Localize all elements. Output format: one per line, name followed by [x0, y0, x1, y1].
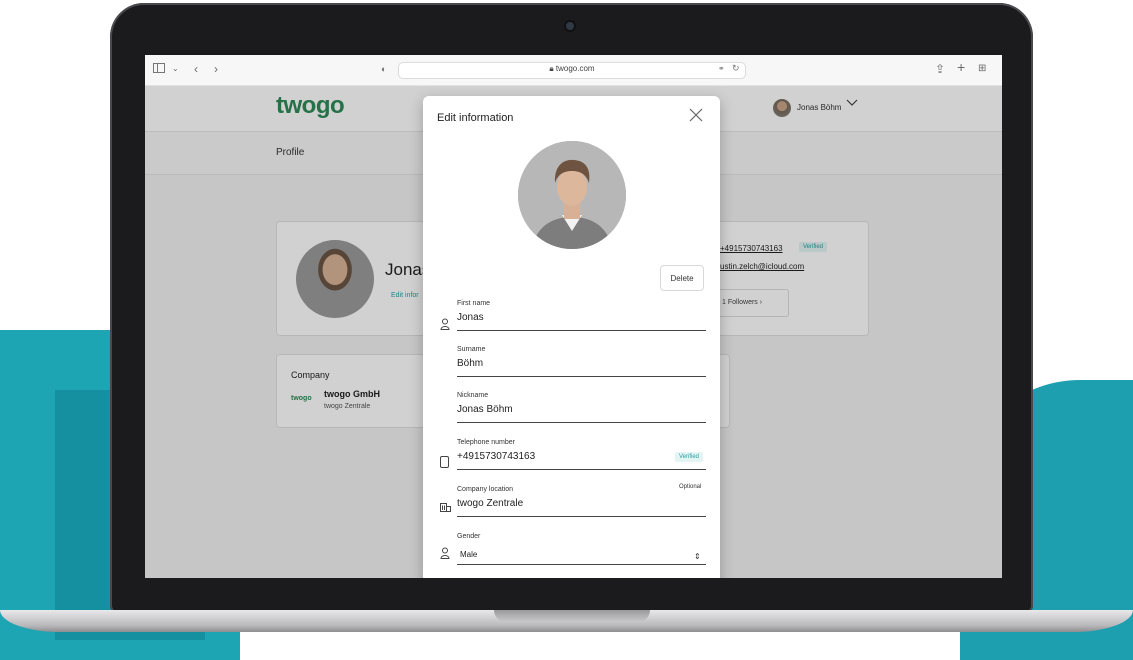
person-icon	[440, 547, 450, 559]
surname-input[interactable]: Böhm	[457, 358, 483, 369]
laptop-notch	[494, 610, 650, 622]
tab-overview-icon[interactable]: ⊞	[978, 62, 986, 76]
nickname-label: Nickname	[457, 392, 489, 399]
screen: ⌄ ‹ › ◐ 🔒︎ twogo.com ⚭ ↻ ⇪ + ⊞ twogo Jon…	[145, 55, 1002, 578]
browser-toolbar: ⌄ ‹ › ◐ 🔒︎ twogo.com ⚭ ↻ ⇪ + ⊞	[145, 55, 1002, 86]
company-location-input[interactable]: twogo Zentrale	[457, 498, 523, 509]
company-location-field[interactable]: Company location twogo Zentrale	[457, 486, 706, 520]
field-underline	[457, 516, 706, 517]
first-name-field[interactable]: First name Jonas	[457, 300, 706, 334]
surname-label: Surname	[457, 346, 486, 353]
new-tab-icon[interactable]: +	[957, 60, 965, 74]
field-underline	[457, 422, 706, 423]
person-icon	[440, 318, 450, 330]
nickname-field[interactable]: Nickname Jonas Böhm	[457, 392, 706, 426]
field-underline	[457, 330, 706, 331]
gender-value[interactable]: Male	[460, 550, 477, 559]
profile-photo[interactable]	[518, 141, 626, 249]
address-bar[interactable]: 🔒︎ twogo.com ⚭ ↻	[398, 62, 746, 79]
field-underline	[457, 376, 706, 377]
field-underline	[457, 469, 706, 470]
select-arrows-icon[interactable]: ⇕	[694, 552, 701, 561]
telephone-field[interactable]: Telephone number +4915730743163	[457, 439, 706, 473]
verified-badge: Verified	[675, 452, 704, 462]
chevron-right-icon[interactable]: ›	[214, 62, 218, 76]
company-location-label: Company location	[457, 486, 514, 493]
edit-information-modal: Edit information Delete First name Jonas	[423, 96, 720, 578]
building-icon	[440, 501, 451, 513]
nickname-input[interactable]: Jonas Böhm	[457, 404, 513, 415]
gender-label: Gender	[457, 533, 481, 540]
chevron-down-icon[interactable]: ⌄	[172, 62, 179, 76]
surname-field[interactable]: Surname Böhm	[457, 346, 706, 380]
chevron-left-icon[interactable]: ‹	[194, 62, 198, 76]
telephone-input[interactable]: +4915730743163	[457, 451, 535, 462]
telephone-label: Telephone number	[457, 439, 515, 446]
reload-icon[interactable]: ↻	[732, 63, 740, 74]
gender-select[interactable]: Gender Male	[457, 533, 706, 567]
share-icon[interactable]: ⇪	[935, 62, 945, 76]
delete-button[interactable]: Delete	[660, 265, 704, 291]
close-icon[interactable]	[689, 106, 703, 126]
first-name-label: First name	[457, 300, 491, 307]
translate-icon[interactable]: ⚭	[718, 64, 725, 73]
optional-note: Optional	[679, 484, 702, 490]
phone-icon	[440, 456, 450, 468]
url-text: twogo.com	[555, 64, 595, 73]
field-underline	[457, 564, 706, 565]
modal-title: Edit information	[437, 112, 514, 124]
camera-icon	[566, 22, 574, 30]
first-name-input[interactable]: Jonas	[457, 312, 484, 323]
privacy-shield-icon[interactable]: ◐	[381, 62, 386, 76]
sidebar-toggle-icon[interactable]	[153, 62, 167, 76]
